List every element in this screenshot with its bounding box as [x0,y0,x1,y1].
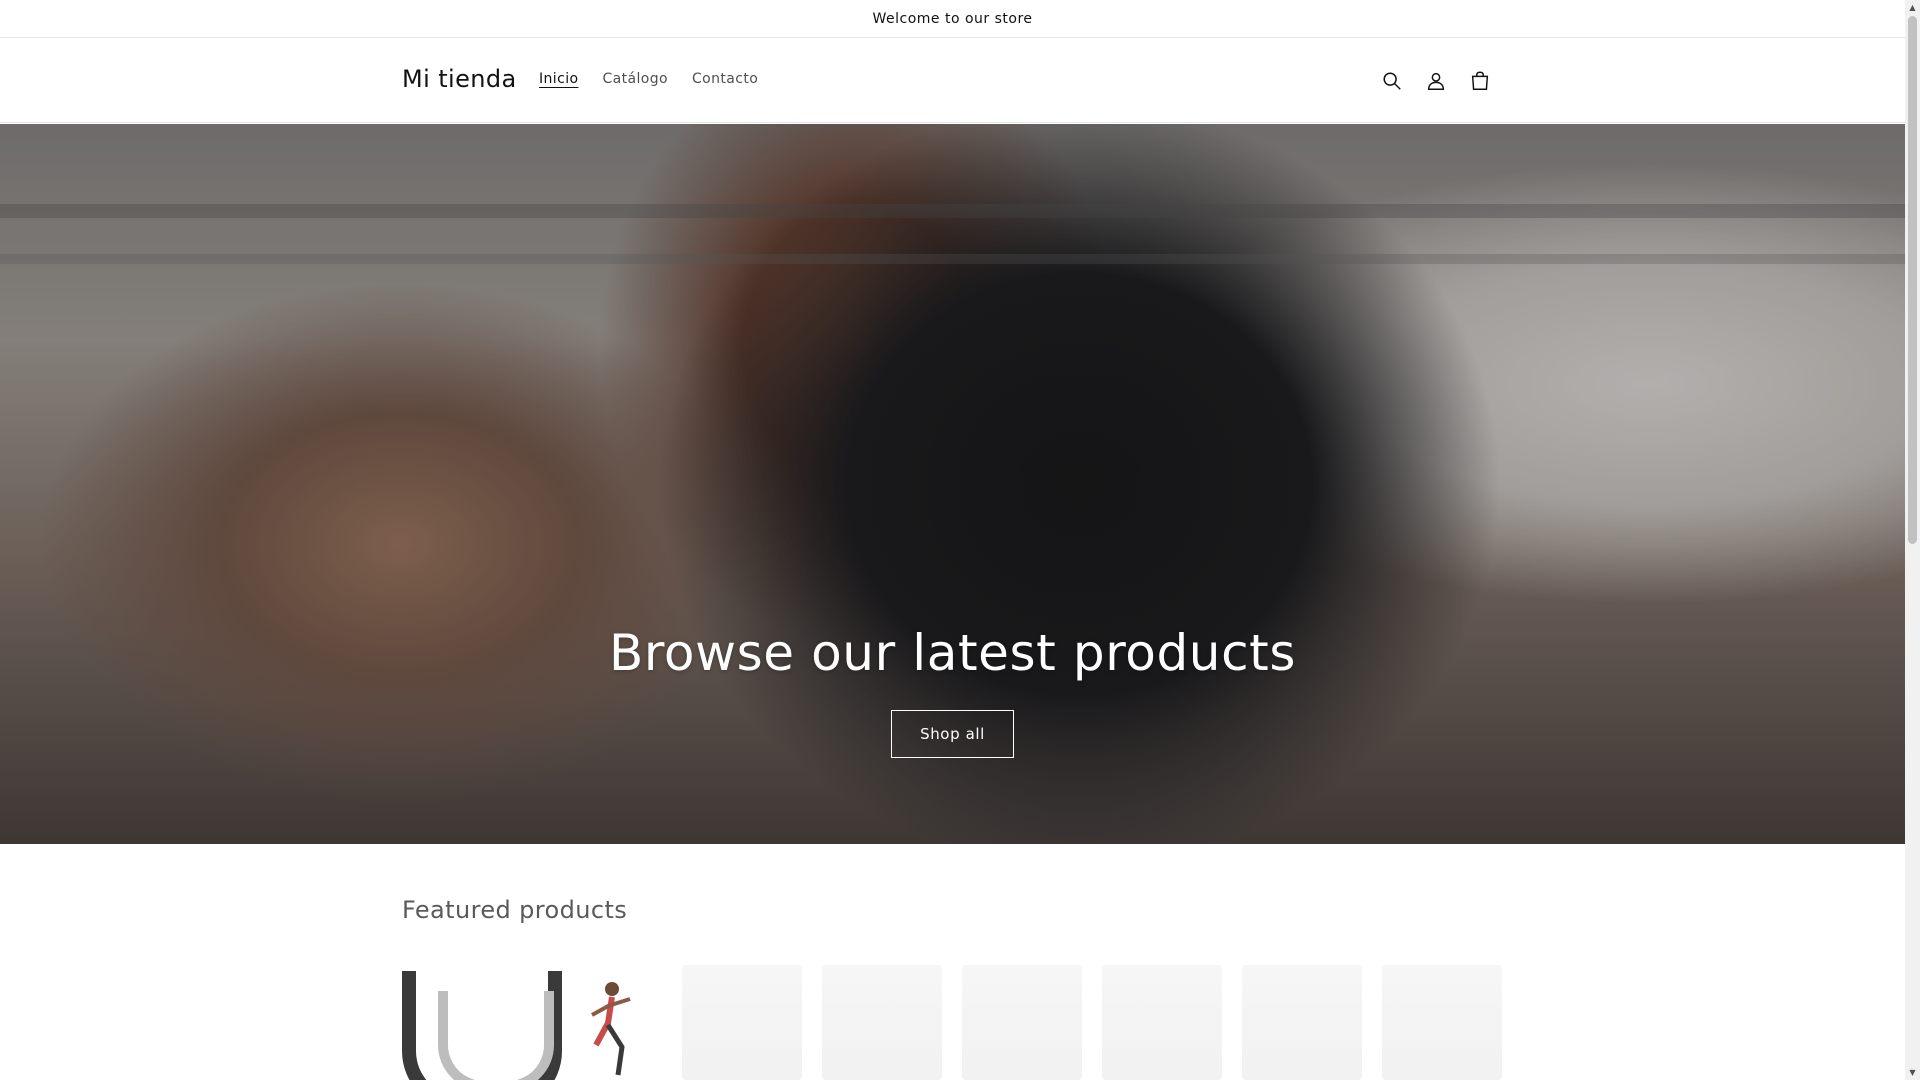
page-scrollbar[interactable]: ▲ ▼ [1905,0,1920,1080]
nav-item-catalogo[interactable]: Catálogo [590,69,680,89]
scroll-down-icon[interactable]: ▼ [1905,1065,1920,1080]
scroll-up-icon[interactable]: ▲ [1905,0,1920,15]
hero-banner: Browse our latest products Shop all [0,124,1905,844]
product-card[interactable] [962,965,1082,1080]
product-image-detail [438,991,554,1080]
search-icon [1383,72,1401,90]
product-image [402,971,562,1080]
header-icons [1374,63,1498,99]
store-logo[interactable]: Mi tienda [402,65,517,93]
scrollbar-thumb[interactable] [1908,16,1917,544]
cart-button[interactable] [1462,63,1498,99]
search-button[interactable] [1374,63,1410,99]
announcement-bar: Welcome to our store [0,0,1905,38]
shop-all-button[interactable]: Shop all [891,710,1014,758]
nav-item-contacto[interactable]: Contacto [680,69,770,89]
product-card[interactable] [402,965,662,1080]
nav-item-inicio[interactable]: Inicio [527,69,590,89]
product-card[interactable] [1242,965,1362,1080]
account-icon [1427,72,1445,90]
product-card[interactable] [1102,965,1222,1080]
hero-title: Browse our latest products [608,624,1297,682]
runner-image [582,975,642,1080]
cart-icon [1471,71,1489,90]
hero-content: Browse our latest products Shop all [0,624,1905,758]
product-card[interactable] [1382,965,1502,1080]
product-card[interactable] [822,965,942,1080]
featured-products-list [402,965,1502,1080]
announcement-text: Welcome to our store [872,10,1033,27]
product-card[interactable] [682,965,802,1080]
featured-products-title: Featured products [402,896,628,924]
site-header: Mi tienda Inicio Catálogo Contacto [0,39,1905,123]
main-nav: Inicio Catálogo Contacto [527,69,770,89]
account-button[interactable] [1418,63,1454,99]
